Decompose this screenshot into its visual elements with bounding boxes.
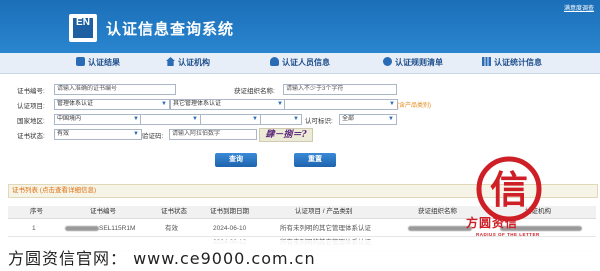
col-expiry: 证书到期日期 xyxy=(210,208,249,215)
chevron-down-icon: ▼ xyxy=(389,101,395,107)
document-icon xyxy=(76,57,85,66)
chevron-down-icon: ▼ xyxy=(252,116,258,122)
watermark-footer: 方圆资信官网： www.ce9000.com.cn xyxy=(0,240,600,271)
cert-no-input[interactable]: 请输入准确的证书编号 xyxy=(54,84,176,95)
tab-label: 认证统计信息 xyxy=(494,58,542,67)
region-select-value: 中国境内 xyxy=(57,116,82,122)
project-select-value: 管理体系认证 xyxy=(57,101,94,107)
cell-status: 有效 xyxy=(165,225,178,232)
redacted-mark xyxy=(65,225,99,231)
col-status: 证书状态 xyxy=(161,208,187,215)
status-label: 证书状态: xyxy=(17,133,45,140)
chevron-down-icon: ▼ xyxy=(133,116,139,122)
project-sub-select[interactable]: 其它管理体系认证 ▼ xyxy=(170,99,286,110)
home-icon xyxy=(166,57,175,66)
chevron-down-icon: ▼ xyxy=(388,116,394,122)
product-category-hint: (含产品类别) xyxy=(397,103,431,109)
chevron-down-icon: ▼ xyxy=(293,116,299,122)
tab-label: 认证结果 xyxy=(88,58,120,67)
cell-index: 1 xyxy=(32,225,36,232)
tab-cert-statistics[interactable]: 认证统计信息 xyxy=(482,53,542,73)
reset-button[interactable]: 重置 xyxy=(294,153,336,167)
chevron-down-icon: ▼ xyxy=(161,101,167,107)
region-select[interactable]: 中国境内 ▼ xyxy=(54,114,142,125)
tab-label: 认证规则清单 xyxy=(395,58,443,67)
region-label: 国家地区: xyxy=(17,118,45,125)
chevron-down-icon: ▼ xyxy=(192,116,198,122)
brand-subtitle: RADIUS OF THE LETTER xyxy=(476,232,540,237)
col-cert-no: 证书编号 xyxy=(90,208,116,215)
org-name-label: 获证组织名称: xyxy=(234,88,275,95)
site-logo: EN xyxy=(69,14,97,42)
chevron-down-icon: ▼ xyxy=(133,131,139,137)
site-header: EN 认证信息查询系统 满意度调查 xyxy=(0,0,600,53)
status-select-value: 有效 xyxy=(57,131,70,137)
product-category-select[interactable]: ▼ xyxy=(284,99,398,110)
captcha-input[interactable]: 请输入阿拉伯数字 xyxy=(169,129,257,140)
project-sub-select-value: 其它管理体系认证 xyxy=(173,101,222,107)
cert-no-label: 证书编号: xyxy=(17,88,45,95)
col-index: 序号 xyxy=(30,208,43,215)
brand-name: 方圆资信 xyxy=(466,216,519,230)
bar-chart-icon xyxy=(482,57,491,66)
col-project: 认证项目 / 产品类别 xyxy=(295,208,353,215)
watermark-footer-text: 方圆资信官网： www.ce9000.com.cn xyxy=(8,249,316,268)
district-select[interactable]: ▼ xyxy=(260,114,302,125)
accredit-label: 认可标识: xyxy=(305,118,333,125)
col-org-name: 获证组织名称 xyxy=(418,208,457,215)
province-select[interactable]: ▼ xyxy=(140,114,201,125)
captcha-label: 验证码: xyxy=(142,133,164,140)
status-select[interactable]: 有效 ▼ xyxy=(54,129,142,140)
tab-cert-results[interactable]: 认证结果 xyxy=(76,53,120,73)
tab-label: 认证机构 xyxy=(178,58,210,67)
tab-cert-personnel[interactable]: 认证人员信息 xyxy=(270,53,330,73)
rules-icon xyxy=(383,57,392,66)
logo-mark: EN xyxy=(73,18,93,38)
captcha-image[interactable]: 肆－捌＝? xyxy=(259,128,313,142)
org-name-input[interactable]: 请输入不少于3个字符 xyxy=(283,84,397,95)
site-title: 认证信息查询系统 xyxy=(106,20,235,38)
cell-project: 所有未列明的其它管理体系认证 xyxy=(280,225,371,232)
cert-no-suffix: SEL115R1M xyxy=(99,225,136,232)
cell-expiry: 2024-06-10 xyxy=(213,225,247,232)
project-select[interactable]: 管理体系认证 ▼ xyxy=(54,99,170,110)
city-select[interactable]: ▼ xyxy=(200,114,261,125)
user-icon xyxy=(270,57,279,66)
accredit-select[interactable]: 全部 ▼ xyxy=(339,114,397,125)
tab-cert-bodies[interactable]: 认证机构 xyxy=(166,53,210,73)
search-button[interactable]: 查询 xyxy=(215,153,257,167)
tab-cert-rules[interactable]: 认证规则清单 xyxy=(383,53,443,73)
cert-list-title: 证书列表 (点击查看详细信息) xyxy=(12,187,97,194)
seal-char: 信 xyxy=(490,168,528,212)
project-label: 认证项目: xyxy=(17,103,45,110)
cell-cert-no[interactable]: SEL115R1M xyxy=(65,222,135,236)
redacted-mark xyxy=(408,225,472,231)
chevron-down-icon: ▼ xyxy=(277,101,283,107)
cell-org-name xyxy=(408,222,472,236)
satisfaction-survey-link[interactable]: 满意度调查 xyxy=(564,3,594,12)
tab-label: 认证人员信息 xyxy=(282,58,330,67)
accredit-select-value: 全部 xyxy=(342,116,355,122)
main-nav: 认证结果 认证机构 认证人员信息 认证规则清单 认证统计信息 xyxy=(0,53,600,74)
